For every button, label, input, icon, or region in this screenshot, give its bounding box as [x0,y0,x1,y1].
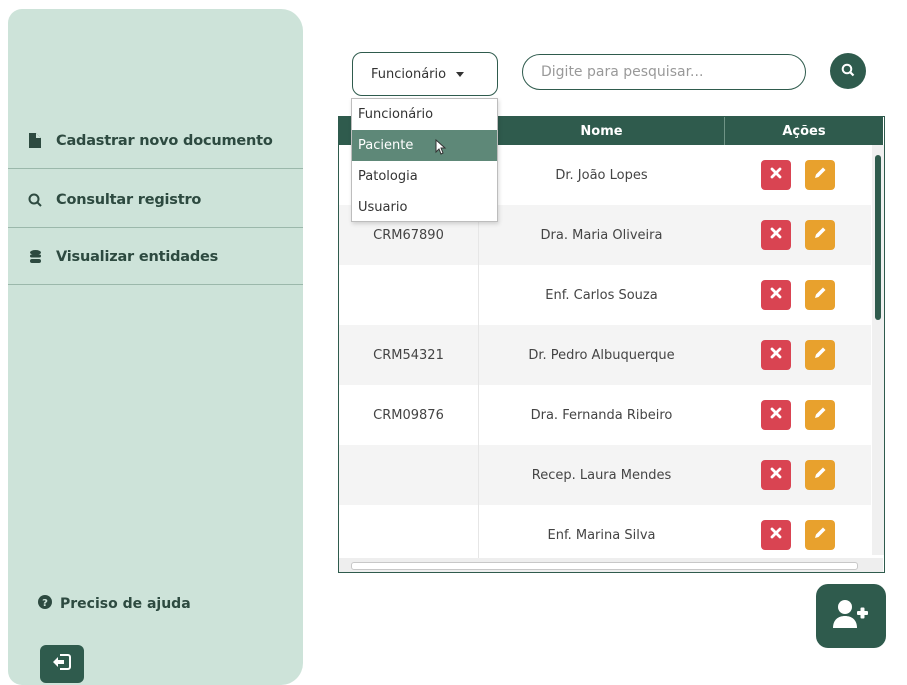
help-link[interactable]: ? Preciso de ajuda [38,594,191,613]
delete-button[interactable] [760,160,791,190]
pencil-icon [813,286,827,304]
entity-select[interactable]: Funcionário [352,52,498,96]
actions-cell [724,505,871,565]
table-row: Enf. Marina Silva [339,505,871,565]
nome-cell: Enf. Carlos Souza [545,287,658,303]
delete-button[interactable] [760,520,791,550]
close-icon [770,227,782,243]
entity-select-dropdown: Funcionário Paciente Patologia Usuario [351,98,498,222]
vertical-scrollbar[interactable] [872,145,884,555]
nome-cell: Dra. Maria Oliveira [540,227,663,243]
edit-button[interactable] [804,340,835,370]
option-usuario[interactable]: Usuario [352,192,497,223]
close-icon [770,287,782,303]
table-row: CRM09876 Dra. Fernanda Ribeiro [339,385,871,445]
nome-cell: Dra. Fernanda Ribeiro [530,407,673,423]
registro-cell: CRM54321 [339,325,479,385]
edit-button[interactable] [804,160,835,190]
sidebar-item-label: Cadastrar novo documento [56,132,273,149]
registro-cell: CRM09876 [339,385,479,445]
actions-cell [724,145,871,205]
pencil-icon [813,226,827,244]
pencil-icon [813,526,827,544]
sidebar-item-label: Visualizar entidades [56,248,219,265]
scrollbar-thumb[interactable] [875,155,881,320]
delete-button[interactable] [760,400,791,430]
option-paciente[interactable]: Paciente [352,130,497,161]
entity-select-value: Funcionário [371,66,447,82]
actions-cell [724,325,871,385]
question-circle-icon: ? [38,594,52,613]
column-header-nome: Nome [580,123,623,139]
sidebar-item-label: Consultar registro [56,191,202,208]
registro-cell [339,265,479,325]
pencil-icon [813,166,827,184]
actions-cell [724,385,871,445]
nome-cell: Enf. Marina Silva [547,527,656,543]
nome-cell: Recep. Laura Mendes [531,467,672,483]
delete-button[interactable] [760,340,791,370]
edit-button[interactable] [804,220,835,250]
column-header-acoes: Ações [724,117,883,145]
search-icon [28,192,42,208]
edit-button[interactable] [804,520,835,550]
close-icon [770,467,782,483]
option-funcionario[interactable]: Funcionário [352,99,497,130]
close-icon [770,527,782,543]
close-icon [770,167,782,183]
pencil-icon [813,346,827,364]
database-icon [28,249,42,265]
close-icon [770,407,782,423]
delete-button[interactable] [760,280,791,310]
user-plus-icon [833,599,869,633]
mouse-cursor-icon [435,138,447,159]
registro-cell [339,505,479,565]
edit-button[interactable] [804,460,835,490]
option-patologia[interactable]: Patologia [352,161,497,192]
edit-button[interactable] [804,280,835,310]
help-label: Preciso de ajuda [60,595,191,612]
nome-cell: Dr. Pedro Albuquerque [528,347,675,363]
delete-button[interactable] [760,460,791,490]
sidebar-item-cadastrar[interactable]: Cadastrar novo documento [8,113,303,169]
pencil-icon [813,406,827,424]
logout-icon [53,654,71,674]
caret-down-icon [456,71,465,77]
file-icon [28,133,42,149]
search-button[interactable] [830,53,866,89]
edit-button[interactable] [804,400,835,430]
horizontal-scrollbar[interactable] [339,558,883,572]
table-row: Recep. Laura Mendes [339,445,871,505]
actions-cell [724,205,871,265]
close-icon [770,347,782,363]
sidebar-item-visualizar[interactable]: Visualizar entidades [8,229,303,285]
delete-button[interactable] [760,220,791,250]
scrollbar-thumb[interactable] [351,562,858,570]
logout-button[interactable] [40,645,84,683]
sidebar: Cadastrar novo documento Consultar regis… [8,9,303,685]
search-input[interactable] [522,54,806,90]
table-row: CRM54321 Dr. Pedro Albuquerque [339,325,871,385]
sidebar-item-consultar[interactable]: Consultar registro [8,172,303,228]
registro-cell [339,445,479,505]
add-user-button[interactable] [816,584,886,648]
svg-text:?: ? [42,598,48,609]
pencil-icon [813,466,827,484]
search-icon [841,62,855,81]
table-row: Enf. Carlos Souza [339,265,871,325]
actions-cell [724,445,871,505]
option-label: Paciente [358,138,414,153]
nome-cell: Dr. João Lopes [555,167,648,183]
actions-cell [724,265,871,325]
